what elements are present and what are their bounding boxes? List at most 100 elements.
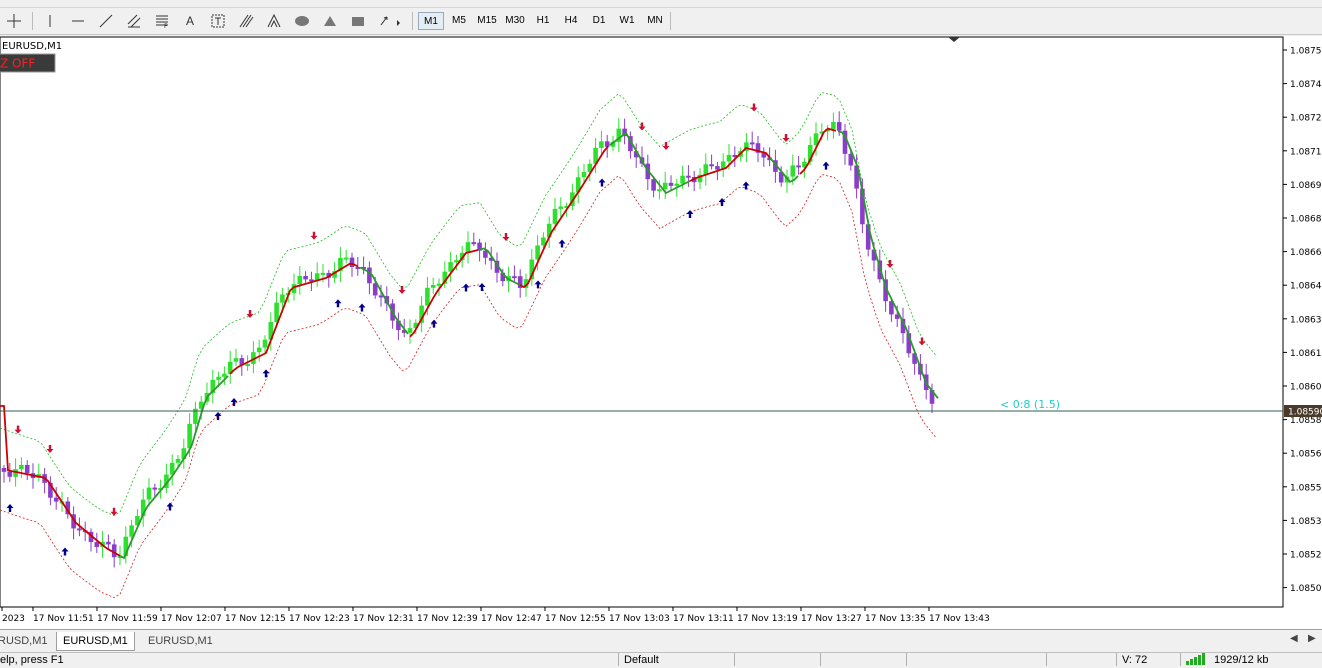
price-tick-label: 1.08630 [1290, 315, 1322, 325]
candle-body [512, 276, 517, 279]
z-off-label: Z OFF [0, 57, 35, 71]
candle-body [7, 471, 13, 477]
candle-body [703, 164, 709, 175]
status-separator [1116, 653, 1117, 666]
traffic-readout: 1929/12 kb [1214, 654, 1269, 666]
time-tick-label: 17 Nov 13:35 [865, 614, 926, 624]
candle-body [796, 165, 801, 168]
candle-body [349, 257, 355, 267]
horizontal-line-icon[interactable] [68, 11, 88, 31]
tab-scroll-right-icon[interactable]: ▶ [1308, 633, 1316, 644]
candle-body [558, 206, 564, 209]
price-tick-label: 1.08680 [1290, 215, 1322, 225]
time-tick-label: 17 Nov 12:23 [289, 614, 350, 624]
candle-body [256, 347, 262, 353]
candle-body [355, 266, 361, 269]
cycle-lines-icon[interactable] [264, 11, 284, 31]
candle-body [657, 189, 662, 192]
text-icon[interactable]: A [180, 11, 200, 31]
candle-body [77, 528, 82, 531]
time-axis: 2023 17 Nov 11:51 17 Nov 11:59 17 Nov 12:07… [1, 607, 990, 624]
volume-readout: V: 72 [1122, 654, 1148, 666]
help-text: elp, press F1 [0, 654, 64, 666]
candle-body [216, 376, 221, 380]
price-tick-label: 1.08740 [1290, 80, 1322, 90]
candle-body [483, 250, 488, 258]
candle-body [175, 458, 181, 463]
trendline-icon[interactable] [96, 11, 116, 31]
candle-body [152, 487, 158, 490]
toolbar-separator [32, 12, 33, 30]
price-tick-label: 1.08725 [1290, 114, 1322, 124]
timeframe-m5[interactable]: M5 [446, 12, 472, 30]
price-tick-label: 1.08520 [1290, 551, 1322, 561]
candle-body [662, 182, 668, 190]
crosshair-icon[interactable] [4, 11, 24, 31]
time-tick-label: 17 Nov 13:27 [801, 614, 862, 624]
candle-body [53, 497, 59, 502]
profile-name: Default [624, 654, 659, 666]
gann-icon[interactable] [236, 11, 256, 31]
price-annotation: < 0:8 (1.5) [1000, 398, 1060, 411]
candle-body [749, 142, 755, 145]
candle-body [1, 468, 7, 472]
candle-body [668, 182, 674, 186]
candle-body [599, 141, 604, 148]
text-label-icon[interactable] [208, 11, 228, 31]
triangle-icon[interactable] [320, 11, 340, 31]
drawing-toolbar: F A M1 M5 M15 M30 H1 H4 D1 W1 MN [0, 8, 1322, 35]
timeframe-w1[interactable]: W1 [614, 12, 640, 30]
top-menu-strip [0, 0, 1322, 8]
tab-chart-2[interactable]: EURUSD,M1 [56, 632, 135, 651]
candle-body [106, 541, 111, 545]
candle-body [709, 164, 714, 167]
chart-tabs: RUSD,M1 EURUSD,M1 EURUSD,M1 ◀ ▶ [0, 629, 1322, 652]
price-tick-label: 1.08710 [1290, 147, 1322, 157]
time-tick-label: 17 Nov 13:43 [929, 614, 990, 624]
candle-body [19, 464, 24, 470]
candle-body [343, 257, 349, 260]
current-price-value: 1.08590 [1288, 408, 1322, 418]
price-tick-label: 1.08565 [1290, 450, 1322, 460]
timeframe-h4[interactable]: H4 [558, 12, 584, 30]
timeframe-mn[interactable]: MN [642, 12, 668, 30]
timeframe-m15[interactable]: M15 [474, 12, 500, 30]
status-separator [1180, 653, 1181, 666]
chart-canvas[interactable]: EURUSD,M1 Z OFF < 0:8 (1.5) 1.08755 1.087… [0, 36, 1322, 629]
tab-chart-1[interactable]: RUSD,M1 [0, 632, 54, 650]
candle-body [146, 487, 152, 500]
tab-chart-3[interactable]: EURUSD,M1 [142, 632, 219, 650]
channel-icon[interactable] [124, 11, 144, 31]
price-tick-label: 1.08755 [1290, 47, 1322, 57]
timeframe-h1[interactable]: H1 [530, 12, 556, 30]
timeframe-d1[interactable]: D1 [586, 12, 612, 30]
price-tick-label: 1.08580 [1290, 416, 1322, 426]
tab-scroll-left-icon[interactable]: ◀ [1290, 633, 1298, 644]
timeframe-m30[interactable]: M30 [502, 12, 528, 30]
candle-body [836, 122, 842, 131]
fibonacci-icon[interactable]: F [152, 11, 172, 31]
candle-body [303, 275, 308, 280]
candle-body [726, 154, 732, 162]
price-tick-label: 1.08645 [1290, 282, 1322, 292]
candle-body [581, 171, 587, 178]
svg-text:F: F [164, 23, 168, 29]
candle-body [471, 242, 477, 245]
candle-body [222, 373, 227, 377]
time-tick-label: 17 Nov 12:15 [225, 614, 286, 624]
time-tick-label: 17 Nov 12:07 [161, 614, 222, 624]
candle-body [245, 363, 250, 366]
z-off-button[interactable]: Z OFF [0, 53, 56, 73]
price-axis: 1.08755 1.08740 1.08725 1.08710 1.08695 1.086… [1283, 47, 1322, 594]
rectangle-icon[interactable] [348, 11, 368, 31]
arrows-icon[interactable] [376, 11, 404, 31]
toolbar-separator [670, 12, 671, 30]
candle-body [297, 275, 303, 285]
timeframe-m1[interactable]: M1 [418, 12, 444, 30]
vertical-line-icon[interactable] [40, 11, 60, 31]
candle-body [790, 165, 796, 177]
price-chart[interactable]: EURUSD,M1 Z OFF < 0:8 (1.5) 1.08755 1.087… [0, 36, 1322, 629]
price-tick-label: 1.08615 [1290, 349, 1322, 359]
symbol-label: EURUSD,M1 [2, 41, 62, 52]
ellipse-icon[interactable] [292, 11, 312, 31]
